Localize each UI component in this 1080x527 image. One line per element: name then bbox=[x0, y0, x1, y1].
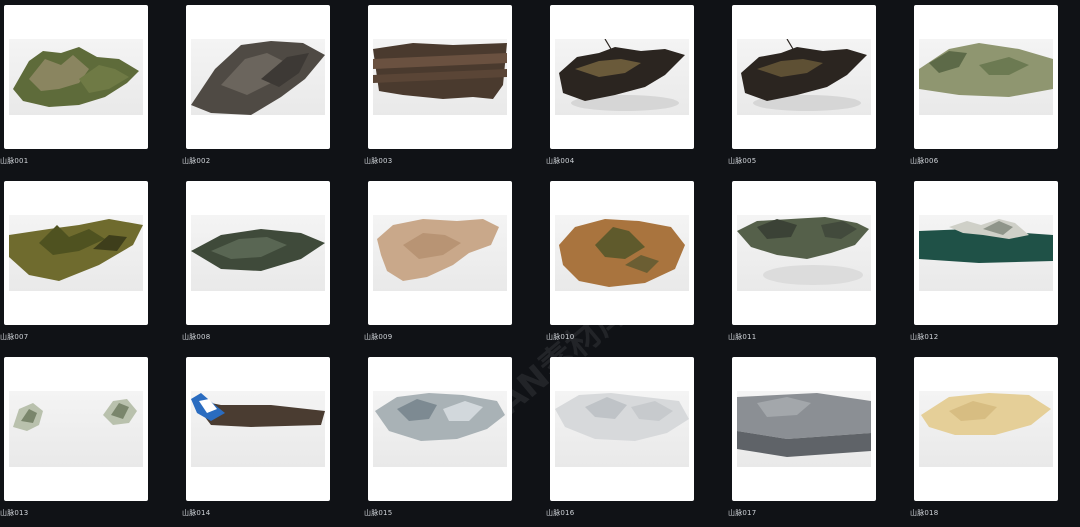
asset-card-017[interactable]: 山脉017 bbox=[728, 357, 876, 527]
asset-label: 山脉014 bbox=[182, 509, 211, 517]
asset-card-004[interactable]: 山脉004 bbox=[546, 5, 694, 175]
asset-card-006[interactable]: 山脉006 bbox=[910, 5, 1058, 175]
terrain-thumbnail-icon bbox=[737, 39, 871, 115]
asset-card-007[interactable]: 山脉007 bbox=[0, 181, 148, 351]
asset-label: 山脉001 bbox=[0, 157, 29, 165]
asset-label: 山脉010 bbox=[546, 333, 575, 341]
asset-label: 山脉002 bbox=[182, 157, 211, 165]
asset-thumbnail[interactable] bbox=[550, 5, 694, 149]
asset-label: 山脉005 bbox=[728, 157, 757, 165]
asset-label: 山脉017 bbox=[728, 509, 757, 517]
asset-card-005[interactable]: 山脉005 bbox=[728, 5, 876, 175]
terrain-thumbnail-icon bbox=[191, 215, 325, 291]
asset-thumbnail[interactable] bbox=[732, 5, 876, 149]
asset-card-014[interactable]: 山脉014 bbox=[182, 357, 330, 527]
terrain-thumbnail-icon bbox=[9, 391, 143, 467]
asset-label: 山脉016 bbox=[546, 509, 575, 517]
asset-thumbnail[interactable] bbox=[914, 181, 1058, 325]
asset-thumbnail[interactable] bbox=[186, 357, 330, 501]
terrain-thumbnail-icon bbox=[191, 391, 325, 467]
asset-thumbnail[interactable] bbox=[732, 181, 876, 325]
terrain-thumbnail-icon bbox=[373, 215, 507, 291]
asset-card-010[interactable]: 山脉010 bbox=[546, 181, 694, 351]
terrain-thumbnail-icon bbox=[555, 39, 689, 115]
asset-thumbnail[interactable] bbox=[368, 357, 512, 501]
terrain-thumbnail-icon bbox=[737, 391, 871, 467]
asset-thumbnail[interactable] bbox=[186, 5, 330, 149]
asset-label: 山脉003 bbox=[364, 157, 393, 165]
asset-thumbnail[interactable] bbox=[186, 181, 330, 325]
terrain-thumbnail-icon bbox=[919, 215, 1053, 291]
asset-thumbnail[interactable] bbox=[4, 5, 148, 149]
terrain-thumbnail-icon bbox=[191, 39, 325, 115]
terrain-thumbnail-icon bbox=[9, 39, 143, 115]
terrain-thumbnail-icon bbox=[919, 39, 1053, 115]
asset-thumbnail[interactable] bbox=[550, 181, 694, 325]
asset-label: 山脉011 bbox=[728, 333, 757, 341]
asset-label: 山脉009 bbox=[364, 333, 393, 341]
terrain-thumbnail-icon bbox=[9, 215, 143, 291]
asset-label: 山脉013 bbox=[0, 509, 29, 517]
terrain-thumbnail-icon bbox=[737, 215, 871, 291]
asset-card-002[interactable]: 山脉002 bbox=[182, 5, 330, 175]
terrain-thumbnail-icon bbox=[919, 391, 1053, 467]
asset-label: 山脉004 bbox=[546, 157, 575, 165]
asset-thumbnail[interactable] bbox=[550, 357, 694, 501]
asset-thumbnail[interactable] bbox=[732, 357, 876, 501]
asset-card-018[interactable]: 山脉018 bbox=[910, 357, 1058, 527]
terrain-thumbnail-icon bbox=[373, 39, 507, 115]
thumbnail-grid: 山脉001 山脉002 山脉003 山脉004 山脉005 山脉006 山脉00… bbox=[0, 0, 1080, 523]
asset-label: 山脉006 bbox=[910, 157, 939, 165]
asset-label: 山脉007 bbox=[0, 333, 29, 341]
asset-label: 山脉018 bbox=[910, 509, 939, 517]
asset-card-015[interactable]: 山脉015 bbox=[364, 357, 512, 527]
asset-card-012[interactable]: 山脉012 bbox=[910, 181, 1058, 351]
asset-thumbnail[interactable] bbox=[4, 181, 148, 325]
asset-thumbnail[interactable] bbox=[914, 5, 1058, 149]
asset-thumbnail[interactable] bbox=[368, 181, 512, 325]
asset-card-003[interactable]: 山脉003 bbox=[364, 5, 512, 175]
terrain-thumbnail-icon bbox=[555, 215, 689, 291]
asset-label: 山脉015 bbox=[364, 509, 393, 517]
asset-label: 山脉012 bbox=[910, 333, 939, 341]
asset-card-001[interactable]: 山脉001 bbox=[0, 5, 148, 175]
asset-card-011[interactable]: 山脉011 bbox=[728, 181, 876, 351]
asset-thumbnail[interactable] bbox=[4, 357, 148, 501]
terrain-thumbnail-icon bbox=[373, 391, 507, 467]
terrain-thumbnail-icon bbox=[555, 391, 689, 467]
asset-label: 山脉008 bbox=[182, 333, 211, 341]
asset-card-013[interactable]: 山脉013 bbox=[0, 357, 148, 527]
asset-thumbnail[interactable] bbox=[914, 357, 1058, 501]
asset-card-016[interactable]: 山脉016 bbox=[546, 357, 694, 527]
asset-card-009[interactable]: 山脉009 bbox=[364, 181, 512, 351]
asset-thumbnail[interactable] bbox=[368, 5, 512, 149]
asset-card-008[interactable]: 山脉008 bbox=[182, 181, 330, 351]
